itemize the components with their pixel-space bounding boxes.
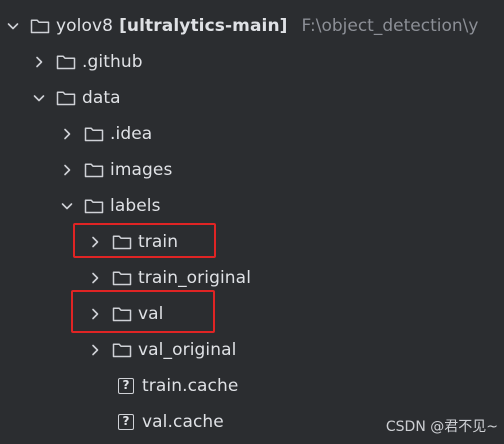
chevron-right-icon[interactable] [32,55,46,69]
tree-item-data[interactable]: data [0,80,504,116]
tree-item-label: .idea [110,124,153,144]
tree-item-label: train [138,232,179,252]
tree-item-val[interactable]: val [0,296,504,332]
chevron-right-icon[interactable] [88,235,102,249]
tree-item-train-original[interactable]: train_original [0,260,504,296]
unknown-file-icon: ? [118,378,134,394]
folder-icon [56,90,76,106]
tree-item-val-original[interactable]: val_original [0,332,504,368]
tree-item-label: val.cache [142,412,224,432]
tree-item-label: val_original [138,340,237,360]
watermark: CSDN @君不见~ [385,419,498,435]
tree-item-labels[interactable]: labels [0,188,504,224]
folder-icon [112,234,132,250]
folder-icon [84,126,104,142]
chevron-down-icon[interactable] [6,19,20,33]
tree-item-label: val [138,304,164,324]
project-path: F:\object_detection\y [301,16,479,36]
module-name: [ultralytics-main] [119,16,288,36]
project-name: yolov8 [56,16,114,36]
folder-icon [56,54,76,70]
folder-icon [84,162,104,178]
tree-item-idea[interactable]: .idea [0,116,504,152]
chevron-right-icon[interactable] [88,307,102,321]
tree-item-images[interactable]: images [0,152,504,188]
unknown-file-icon: ? [118,414,134,430]
tree-item-label: images [110,160,173,180]
chevron-right-icon[interactable] [88,271,102,285]
tree-item-label: train_original [138,268,252,288]
project-tree: yolov8 [ultralytics-main] F:\object_dete… [0,0,504,444]
folder-icon [84,198,104,214]
tree-item-train-cache[interactable]: ? train.cache [0,368,504,404]
chevron-down-icon[interactable] [60,199,74,213]
tree-item-label: data [82,88,121,108]
tree-root-row[interactable]: yolov8 [ultralytics-main] F:\object_dete… [0,8,504,44]
tree-item-label: train.cache [142,376,239,396]
tree-item-train[interactable]: train [0,224,504,260]
chevron-right-icon[interactable] [60,127,74,141]
tree-item-label: labels [110,196,161,216]
chevron-right-icon[interactable] [60,163,74,177]
folder-icon [112,342,132,358]
tree-item-github[interactable]: .github [0,44,504,80]
tree-item-label: .github [82,52,143,72]
folder-icon [112,306,132,322]
folder-icon [112,270,132,286]
folder-icon [30,18,50,34]
chevron-right-icon[interactable] [88,343,102,357]
chevron-down-icon[interactable] [32,91,46,105]
